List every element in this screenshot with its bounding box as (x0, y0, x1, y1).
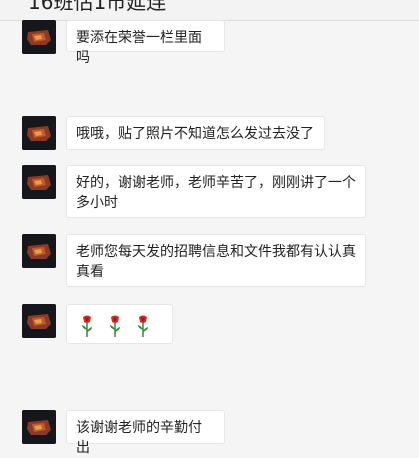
chat-header: 16班估1市延连 (0, 0, 419, 21)
message-text: 哦哦，贴了照片不知道怎么发过去没了 (76, 126, 314, 142)
avatar-icon[interactable] (22, 410, 56, 444)
message-bubble: 哦哦，贴了照片不知道怎么发过去没了 (66, 116, 325, 150)
avatar-icon[interactable] (22, 234, 56, 268)
avatar-icon[interactable] (22, 165, 56, 199)
message-text: 该谢谢老师的辛勤付出 (76, 420, 202, 456)
emoji-row (76, 312, 163, 338)
message-bubble: 该谢谢老师的辛勤付出 (66, 410, 225, 456)
message-text: 老师您每天发的招聘信息和文件我都有认认真真看 (76, 244, 356, 280)
message-text: 好的，谢谢老师，老师辛苦了，刚刚讲了一个多小时 (76, 175, 356, 211)
avatar-icon[interactable] (22, 304, 56, 338)
message-bubble: 好的，谢谢老师，老师辛苦了，刚刚讲了一个多小时 (66, 165, 366, 218)
message-bubble (66, 304, 173, 344)
rose-icon (82, 315, 92, 337)
rose-icon (138, 315, 148, 337)
rose-icon (110, 315, 120, 337)
avatar-icon[interactable] (22, 116, 56, 150)
message-bubble: 要添在荣誉一栏里面吗 (66, 20, 225, 66)
chat-title: 16班估1市延连 (28, 0, 167, 14)
avatar-icon[interactable] (22, 20, 56, 54)
message-bubble: 老师您每天发的招聘信息和文件我都有认认真真看 (66, 234, 366, 287)
message-text: 要添在荣誉一栏里面吗 (76, 30, 202, 66)
